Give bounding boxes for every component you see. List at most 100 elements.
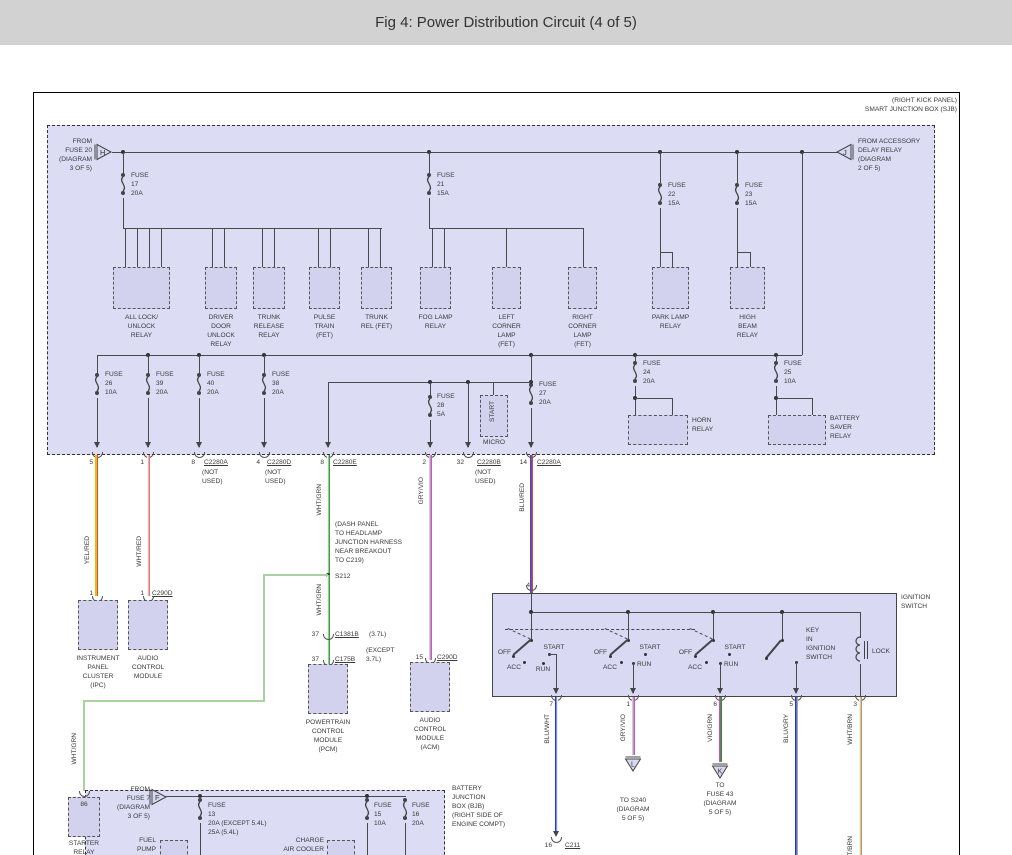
seg <box>802 152 803 355</box>
acm-label: AUDIO CONTROL MODULE <box>116 654 180 681</box>
connector-triangle-h-icon: H <box>94 143 114 161</box>
seg <box>737 252 751 253</box>
seg <box>432 228 433 267</box>
seg <box>737 252 738 267</box>
wire-label: WHT/BRN <box>847 836 854 855</box>
contact-dot <box>644 653 647 656</box>
relay-label: TRUNK REL (FET) <box>349 313 404 331</box>
wire-label: YEL/RED <box>84 536 91 564</box>
arrow-down-icon <box>717 688 723 694</box>
pin-label: 8 <box>186 458 195 467</box>
pin-label: 5 <box>784 700 793 709</box>
wire-wht-brn <box>859 697 862 855</box>
position-label: ACC <box>683 663 707 672</box>
fuse-25-symbol <box>770 360 782 386</box>
pin-label: 37 <box>307 630 319 639</box>
relay-label: FOG LAMP RELAY <box>407 313 464 331</box>
wire-label: GRY/VIO <box>418 477 425 504</box>
pin-label: 1 <box>621 700 630 709</box>
triangle-letter: H <box>100 148 105 157</box>
seg <box>531 612 860 613</box>
wire-label: GRY/VIO <box>620 714 627 741</box>
wire-blu-red <box>530 455 533 593</box>
battery-saver-relay-box <box>768 415 826 445</box>
position-label: ACC <box>502 663 526 672</box>
position-label: RUN <box>531 665 555 674</box>
seg <box>429 198 430 228</box>
wire-blu-wht <box>555 697 558 834</box>
seg <box>125 228 126 267</box>
pin-label: 4 <box>251 458 260 467</box>
fuse-15-symbol <box>361 797 373 823</box>
acm-box <box>128 600 168 650</box>
seg <box>672 252 673 267</box>
bjb-title: BATTERY JUNCTION BOX (BJB) (RIGHT SIDE O… <box>452 784 530 829</box>
seg <box>782 612 783 640</box>
arrow-down-icon <box>427 442 433 448</box>
fuse-27-symbol <box>525 382 537 408</box>
arrow-down-icon <box>630 688 636 694</box>
seg <box>123 152 124 173</box>
arrow-down-icon <box>94 442 100 448</box>
connector-triangle-l-icon: L <box>624 756 642 772</box>
seg <box>660 208 661 252</box>
connector-label: C290D <box>152 589 173 598</box>
not-used-label: (NOT USED) <box>265 468 286 486</box>
connector-arc-icon <box>323 634 334 640</box>
pin-label: 2 <box>417 458 426 467</box>
wire-label: BLU/WHT <box>544 714 551 744</box>
engine-note: (3.7L) <box>369 630 386 639</box>
charge-air-cooler-label: CHARGE AIR COOLER <box>268 836 324 854</box>
position-label: RUN <box>724 660 738 669</box>
arrow-down-icon <box>196 442 202 448</box>
seg <box>148 398 149 447</box>
connector-triangle-k-icon: K <box>711 763 729 779</box>
seg <box>149 228 150 267</box>
pin-label: 7 <box>544 700 553 709</box>
connector-arc-icon <box>551 837 562 843</box>
wire-wht-grn-branch <box>264 574 328 576</box>
relay-park-lamp-box <box>652 267 689 309</box>
pin-label: 1 <box>135 458 144 467</box>
to-s240-label: TO S240 (DIAGRAM 5 OF 5) <box>604 796 662 823</box>
seg <box>161 228 162 267</box>
contact-dot <box>512 655 515 658</box>
pin-label: 6 <box>708 700 717 709</box>
micro-start-label: START <box>489 401 496 422</box>
seg <box>468 382 469 447</box>
seg <box>750 252 751 267</box>
arrow-down-icon <box>145 442 151 448</box>
from-fuse7-label: FROM FUSE 7 (DIAGRAM 3 OF 5) <box>104 785 150 821</box>
pin-label: 8 <box>315 458 324 467</box>
seg <box>274 228 275 267</box>
connector-arc-icon <box>79 791 90 797</box>
seg <box>860 664 861 697</box>
connector-arc-icon <box>194 452 205 458</box>
relay-label: DRIVER DOOR UNLOCK RELAY <box>194 313 248 349</box>
seg <box>429 152 430 173</box>
wire-label: BLU/RED <box>519 483 526 512</box>
arrow-down-icon <box>528 442 534 448</box>
wire-label: WHT/RED <box>136 536 143 567</box>
fuse-26-symbol <box>91 372 103 398</box>
from-accessory-relay-label: FROM ACCESSORY DELAY RELAY (DIAGRAM 2 OF… <box>858 137 950 173</box>
arrow-down-icon <box>325 442 331 448</box>
fuse-17-label: FUSE 17 20A <box>131 171 149 198</box>
pcm-label: POWERTRAIN CONTROL MODULE (PCM) <box>294 718 362 754</box>
ignition-switch-label: IGNITION SWITCH <box>901 593 961 611</box>
seg <box>860 612 861 638</box>
connector-label: C2280E <box>333 458 357 467</box>
splice-note: (DASH PANEL TO HEADLAMP JUNCTION HARNESS… <box>335 520 427 565</box>
seg <box>672 398 673 415</box>
seg <box>137 228 138 267</box>
fuse-22-symbol <box>654 182 666 208</box>
acm2-label: AUDIO CONTROL MODULE (ACM) <box>396 716 464 752</box>
seg <box>713 612 714 640</box>
arrow-down-icon <box>793 688 799 694</box>
linkage-dash <box>505 629 695 630</box>
connector-arc-icon <box>259 452 270 458</box>
position-label: OFF <box>666 648 692 657</box>
pin-label: 16 <box>539 841 552 850</box>
from-fuse20-label: FROM FUSE 20 (DIAGRAM 3 OF 5) <box>38 137 92 173</box>
triangle-letter: J <box>843 148 847 157</box>
